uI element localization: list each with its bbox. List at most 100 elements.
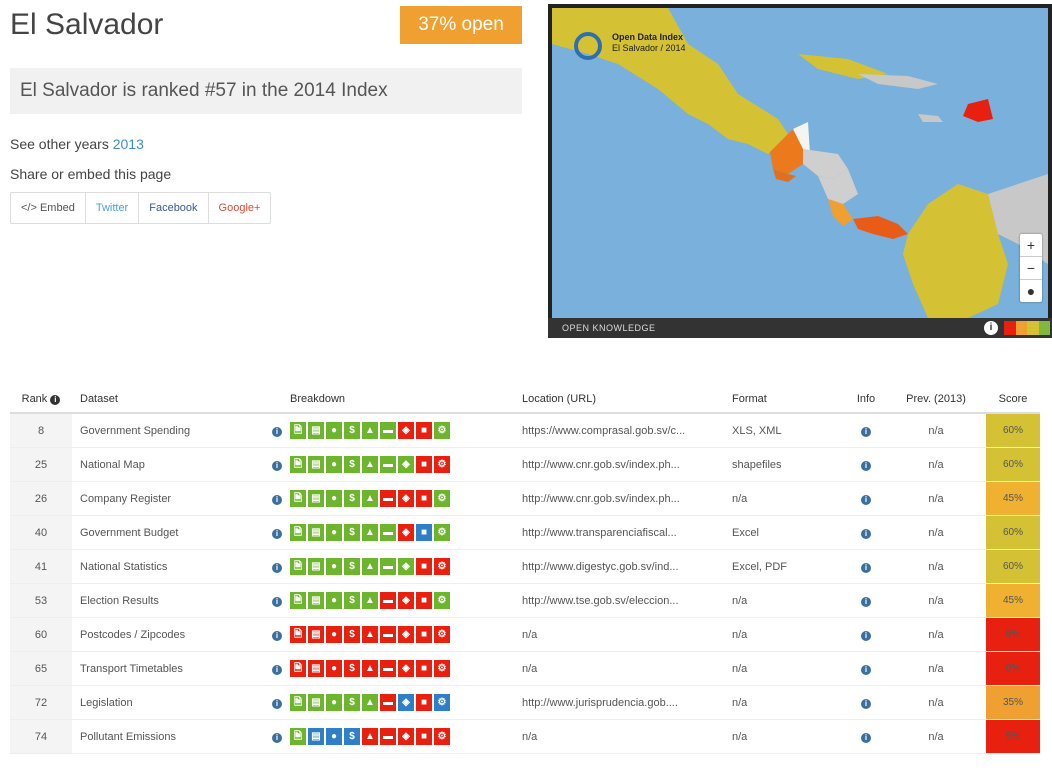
breakdown-cell[interactable]: ▤ bbox=[308, 456, 324, 473]
breakdown-cell[interactable]: ● bbox=[326, 490, 342, 507]
info-icon[interactable]: i bbox=[861, 528, 871, 539]
info-icon[interactable]: i bbox=[272, 460, 282, 471]
breakdown-cell[interactable]: ⚙ bbox=[434, 592, 450, 609]
dataset-link[interactable]: National Map bbox=[72, 447, 264, 482]
breakdown-cell[interactable]: ▲ bbox=[362, 524, 378, 541]
breakdown-cell[interactable]: ■ bbox=[416, 490, 432, 507]
breakdown-cell[interactable]: ◈ bbox=[398, 626, 414, 643]
info-icon[interactable]: i bbox=[861, 732, 871, 743]
breakdown-cell[interactable]: $ bbox=[344, 422, 360, 439]
breakdown-cell[interactable]: ● bbox=[326, 524, 342, 541]
info-icon[interactable]: i bbox=[272, 698, 282, 709]
breakdown-cell[interactable]: 🗎 bbox=[290, 660, 306, 677]
info-icon[interactable]: i bbox=[272, 494, 282, 505]
breakdown-cell[interactable]: ● bbox=[326, 728, 342, 745]
breakdown-cell[interactable]: ⚙ bbox=[434, 694, 450, 711]
zoom-in-button[interactable]: + bbox=[1020, 234, 1042, 257]
location-link[interactable]: n/a bbox=[522, 617, 732, 652]
location-link[interactable]: https://www.comprasal.gob.sv/c... bbox=[522, 413, 732, 448]
embed-button[interactable]: </> Embed bbox=[11, 193, 86, 223]
dataset-link[interactable]: Election Results bbox=[72, 583, 264, 618]
info-icon[interactable]: i bbox=[272, 528, 282, 539]
breakdown-cell[interactable]: $ bbox=[344, 490, 360, 507]
breakdown-cell[interactable]: 🗎 bbox=[290, 694, 306, 711]
zoom-out-button[interactable]: − bbox=[1020, 257, 1042, 280]
breakdown-cell[interactable]: $ bbox=[344, 456, 360, 473]
breakdown-cell[interactable]: ● bbox=[326, 626, 342, 643]
location-link[interactable]: http://www.cnr.gob.sv/index.ph... bbox=[522, 481, 732, 516]
breakdown-cell[interactable]: ▬ bbox=[380, 592, 396, 609]
twitter-button[interactable]: Twitter bbox=[86, 193, 140, 223]
breakdown-cell[interactable]: 🗎 bbox=[290, 422, 306, 439]
breakdown-cell[interactable]: ● bbox=[326, 456, 342, 473]
dataset-link[interactable]: Legislation bbox=[72, 685, 264, 720]
breakdown-cell[interactable]: ▤ bbox=[308, 490, 324, 507]
breakdown-cell[interactable]: ● bbox=[326, 592, 342, 609]
breakdown-cell[interactable]: ▲ bbox=[362, 728, 378, 745]
dataset-link[interactable]: Transport Timetables bbox=[72, 651, 264, 686]
info-icon[interactable]: i bbox=[861, 664, 871, 675]
breakdown-cell[interactable]: ▤ bbox=[308, 558, 324, 575]
breakdown-cell[interactable]: ▲ bbox=[362, 660, 378, 677]
info-icon[interactable]: i bbox=[984, 321, 998, 335]
breakdown-cell[interactable]: $ bbox=[344, 592, 360, 609]
breakdown-cell[interactable]: ■ bbox=[416, 592, 432, 609]
breakdown-cell[interactable]: ▤ bbox=[308, 626, 324, 643]
info-icon[interactable]: i bbox=[272, 562, 282, 573]
dataset-link[interactable]: Postcodes / Zipcodes bbox=[72, 617, 264, 652]
breakdown-cell[interactable]: $ bbox=[344, 694, 360, 711]
breakdown-cell[interactable]: ■ bbox=[416, 626, 432, 643]
breakdown-cell[interactable]: ⚙ bbox=[434, 660, 450, 677]
breakdown-cell[interactable]: ▲ bbox=[362, 626, 378, 643]
breakdown-cell[interactable]: ▤ bbox=[308, 524, 324, 541]
breakdown-cell[interactable]: ▬ bbox=[380, 490, 396, 507]
breakdown-cell[interactable]: ■ bbox=[416, 660, 432, 677]
info-icon[interactable]: i bbox=[861, 596, 871, 607]
breakdown-cell[interactable]: 🗎 bbox=[290, 524, 306, 541]
breakdown-cell[interactable]: ◈ bbox=[398, 524, 414, 541]
breakdown-cell[interactable]: 🗎 bbox=[290, 626, 306, 643]
location-link[interactable]: http://www.tse.gob.sv/eleccion... bbox=[522, 583, 732, 618]
breakdown-cell[interactable]: ● bbox=[326, 422, 342, 439]
info-icon[interactable]: i bbox=[861, 630, 871, 641]
location-link[interactable]: http://www.cnr.gob.sv/index.ph... bbox=[522, 447, 732, 482]
breakdown-cell[interactable]: ■ bbox=[416, 422, 432, 439]
breakdown-cell[interactable]: ■ bbox=[416, 558, 432, 575]
breakdown-cell[interactable]: ▬ bbox=[380, 626, 396, 643]
breakdown-cell[interactable]: ◈ bbox=[398, 558, 414, 575]
info-icon[interactable]: i bbox=[272, 596, 282, 607]
breakdown-cell[interactable]: ▲ bbox=[362, 558, 378, 575]
info-icon[interactable]: i bbox=[272, 426, 282, 437]
breakdown-cell[interactable]: ◈ bbox=[398, 456, 414, 473]
breakdown-cell[interactable]: 🗎 bbox=[290, 558, 306, 575]
breakdown-cell[interactable]: ⚙ bbox=[434, 558, 450, 575]
breakdown-cell[interactable]: ● bbox=[326, 660, 342, 677]
breakdown-cell[interactable]: ▬ bbox=[380, 456, 396, 473]
info-icon[interactable]: i bbox=[861, 426, 871, 437]
breakdown-cell[interactable]: $ bbox=[344, 626, 360, 643]
info-icon[interactable]: i bbox=[861, 562, 871, 573]
info-icon[interactable]: i bbox=[861, 698, 871, 709]
breakdown-cell[interactable]: ⚙ bbox=[434, 626, 450, 643]
location-link[interactable]: http://www.jurisprudencia.gob.... bbox=[522, 685, 732, 720]
breakdown-cell[interactable]: ⚙ bbox=[434, 490, 450, 507]
google-plus-button[interactable]: Google+ bbox=[209, 193, 271, 223]
breakdown-cell[interactable]: ● bbox=[326, 558, 342, 575]
dataset-link[interactable]: National Statistics bbox=[72, 549, 264, 584]
breakdown-cell[interactable]: $ bbox=[344, 660, 360, 677]
breakdown-cell[interactable]: ◈ bbox=[398, 660, 414, 677]
breakdown-cell[interactable]: ◈ bbox=[398, 694, 414, 711]
info-icon[interactable]: i bbox=[861, 494, 871, 505]
dataset-link[interactable]: Pollutant Emissions bbox=[72, 719, 264, 754]
breakdown-cell[interactable]: ▬ bbox=[380, 728, 396, 745]
breakdown-cell[interactable]: $ bbox=[344, 524, 360, 541]
info-icon[interactable]: i bbox=[272, 664, 282, 675]
breakdown-cell[interactable]: ◈ bbox=[398, 592, 414, 609]
facebook-button[interactable]: Facebook bbox=[139, 193, 209, 223]
info-icon[interactable]: i bbox=[272, 732, 282, 743]
breakdown-cell[interactable]: ▤ bbox=[308, 422, 324, 439]
location-link[interactable]: http://www.digestyc.gob.sv/ind... bbox=[522, 549, 732, 584]
dataset-link[interactable]: Government Budget bbox=[72, 515, 264, 550]
breakdown-cell[interactable]: ▬ bbox=[380, 558, 396, 575]
breakdown-cell[interactable]: ▲ bbox=[362, 490, 378, 507]
